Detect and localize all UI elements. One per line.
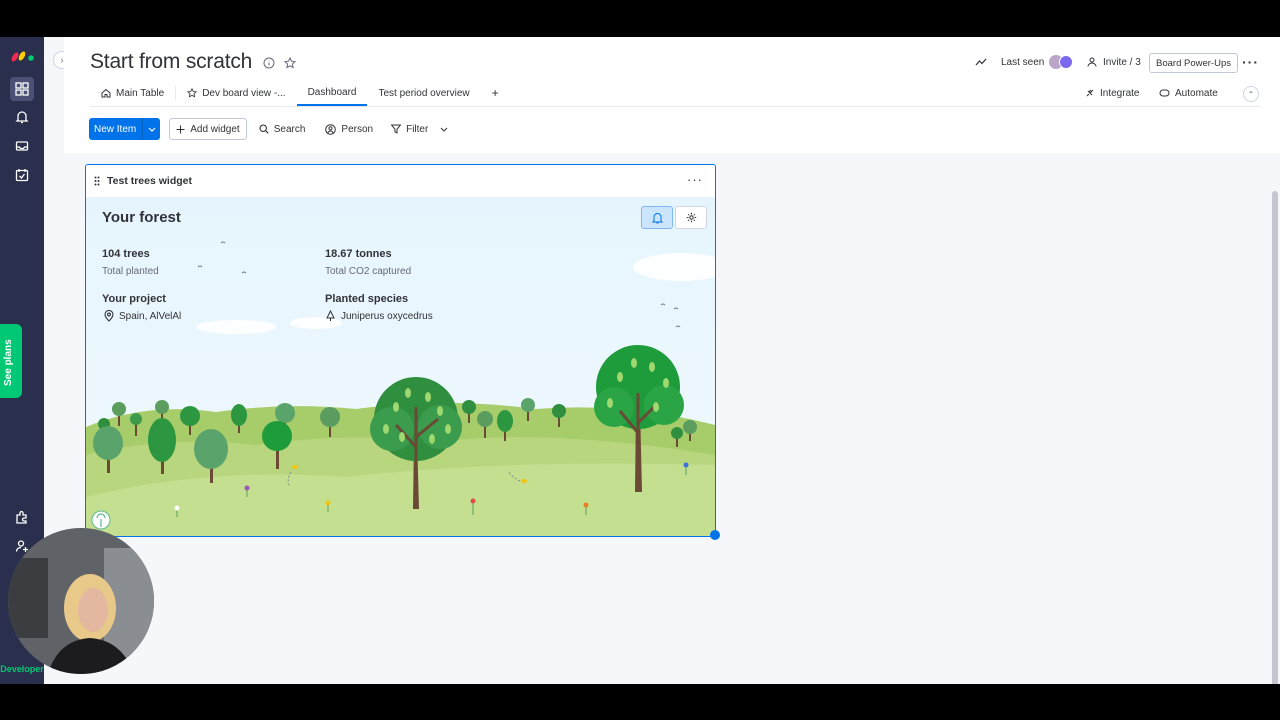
- person-label: Person: [341, 123, 374, 135]
- person-icon: [1087, 57, 1097, 67]
- star-icon: [187, 88, 198, 98]
- board-power-ups-label: Board Power-Ups: [1156, 57, 1231, 69]
- collapse-header-chevron-icon[interactable]: ⌃: [1243, 86, 1259, 102]
- webcam-overlay: [8, 528, 154, 674]
- trees-widget[interactable]: Test trees widget ··· Your forest 104 tr…: [85, 164, 716, 537]
- widget-header: Test trees widget ···: [86, 165, 715, 197]
- species-value: Juniperus oxycedrus: [341, 310, 433, 322]
- tabs-divider: [90, 106, 1260, 107]
- search-icon: [259, 124, 269, 134]
- board-title[interactable]: Start from scratch: [90, 50, 252, 74]
- bell-icon: [651, 212, 663, 223]
- more-options-icon[interactable]: ···: [1242, 50, 1259, 74]
- last-seen-label: Last seen: [1001, 56, 1045, 68]
- tab-label: Test period overview: [378, 87, 470, 99]
- widget-title[interactable]: Test trees widget: [107, 175, 192, 187]
- drag-handle-icon[interactable]: [94, 176, 100, 186]
- apps-puzzle-icon[interactable]: [10, 505, 34, 529]
- co2-value: 18.67 tonnes: [325, 248, 392, 260]
- person-filter-button[interactable]: Person: [319, 118, 379, 140]
- project-heading: Your project: [102, 293, 166, 305]
- app-window: See plans Developer › Start from scratch…: [0, 37, 1280, 684]
- integrate-label: Integrate: [1100, 87, 1140, 99]
- forest-illustration: [86, 197, 715, 536]
- see-plans-button[interactable]: See plans: [0, 324, 22, 398]
- home-icon: [101, 88, 111, 98]
- invite-button[interactable]: Invite / 3: [1087, 50, 1141, 74]
- notifications-toggle-button[interactable]: [641, 206, 673, 229]
- notifications-bell-icon[interactable]: [10, 105, 34, 129]
- inbox-icon[interactable]: [10, 134, 34, 158]
- search-button[interactable]: Search: [253, 118, 312, 140]
- integrate-plug-icon: [1086, 89, 1094, 97]
- automate-robot-icon: [1159, 89, 1170, 97]
- tab-label: Dashboard: [307, 86, 357, 98]
- new-item-label: New Item: [94, 123, 137, 135]
- widget-resize-handle[interactable]: [710, 530, 720, 540]
- favorite-star-icon[interactable]: [284, 57, 296, 69]
- automate-button[interactable]: Automate: [1159, 85, 1218, 101]
- location-pin-icon: [104, 310, 114, 322]
- species-row: Juniperus oxycedrus: [325, 310, 433, 322]
- co2-label: Total CO2 captured: [325, 266, 412, 277]
- see-plans-label: See plans: [3, 339, 14, 386]
- developer-label: Developer: [0, 664, 44, 674]
- new-item-button[interactable]: New Item: [89, 118, 161, 140]
- tab-dev-board-view[interactable]: Dev board view -...: [175, 86, 296, 100]
- activity-trend-icon[interactable]: [975, 50, 987, 74]
- tab-label: Dev board view -...: [202, 87, 286, 99]
- trees-label: Total planted: [102, 266, 159, 277]
- chevron-down-icon[interactable]: [142, 118, 160, 140]
- forest-title: Your forest: [102, 209, 181, 226]
- dashboard-canvas: Test trees widget ··· Your forest 104 tr…: [64, 153, 1280, 684]
- add-view-button[interactable]: +: [481, 80, 510, 106]
- monday-logo-icon[interactable]: [11, 48, 35, 62]
- board-main: Start from scratch Last seen Invite / 3 …: [64, 37, 1280, 684]
- tab-label: Main Table: [116, 87, 165, 99]
- add-widget-label: Add widget: [190, 123, 240, 135]
- board-power-ups-button[interactable]: Board Power-Ups: [1149, 53, 1238, 73]
- project-value: Spain, AlVelAl: [119, 310, 182, 322]
- board-views-tabs: Main Table Dev board view -... Dashboard…: [90, 80, 510, 106]
- search-label: Search: [273, 123, 306, 135]
- forest-scene: Your forest 104 trees Total planted 18.6…: [86, 197, 715, 536]
- tab-main-table[interactable]: Main Table: [90, 80, 175, 106]
- last-seen[interactable]: Last seen: [1001, 50, 1074, 74]
- board-toolbar: New Item Add widget Search Person Filter: [89, 118, 454, 140]
- widget-settings-button[interactable]: [675, 206, 707, 229]
- widget-more-options-icon[interactable]: ···: [687, 172, 703, 187]
- tab-dashboard[interactable]: Dashboard: [296, 80, 368, 106]
- avatar: [1059, 55, 1074, 69]
- filter-button[interactable]: Filter: [385, 118, 454, 140]
- tree-leaf-icon: [326, 310, 335, 321]
- invite-label: Invite / 3: [1103, 56, 1141, 68]
- presenter-video-image: [8, 528, 154, 674]
- filter-funnel-icon: [391, 124, 402, 134]
- tab-test-period-overview[interactable]: Test period overview: [367, 80, 480, 106]
- add-widget-button[interactable]: Add widget: [169, 118, 247, 140]
- species-heading: Planted species: [325, 293, 409, 305]
- person-circle-icon: [325, 123, 337, 135]
- project-location: Spain, AlVelAl: [104, 310, 181, 322]
- apps-grid-icon[interactable]: [10, 77, 34, 101]
- vertical-scrollbar[interactable]: [1272, 191, 1278, 684]
- my-work-calendar-icon[interactable]: [10, 163, 34, 187]
- add-view-label: +: [491, 86, 499, 100]
- trees-count: 104 trees: [102, 248, 150, 260]
- automate-label: Automate: [1175, 87, 1218, 99]
- info-icon[interactable]: [263, 57, 275, 69]
- gear-icon: [686, 212, 696, 223]
- board-header: Start from scratch Last seen Invite / 3 …: [64, 37, 1280, 151]
- filter-label: Filter: [406, 123, 429, 135]
- chevron-down-icon[interactable]: [440, 127, 448, 132]
- integrate-button[interactable]: Integrate: [1085, 85, 1139, 101]
- plus-icon: [176, 125, 185, 133]
